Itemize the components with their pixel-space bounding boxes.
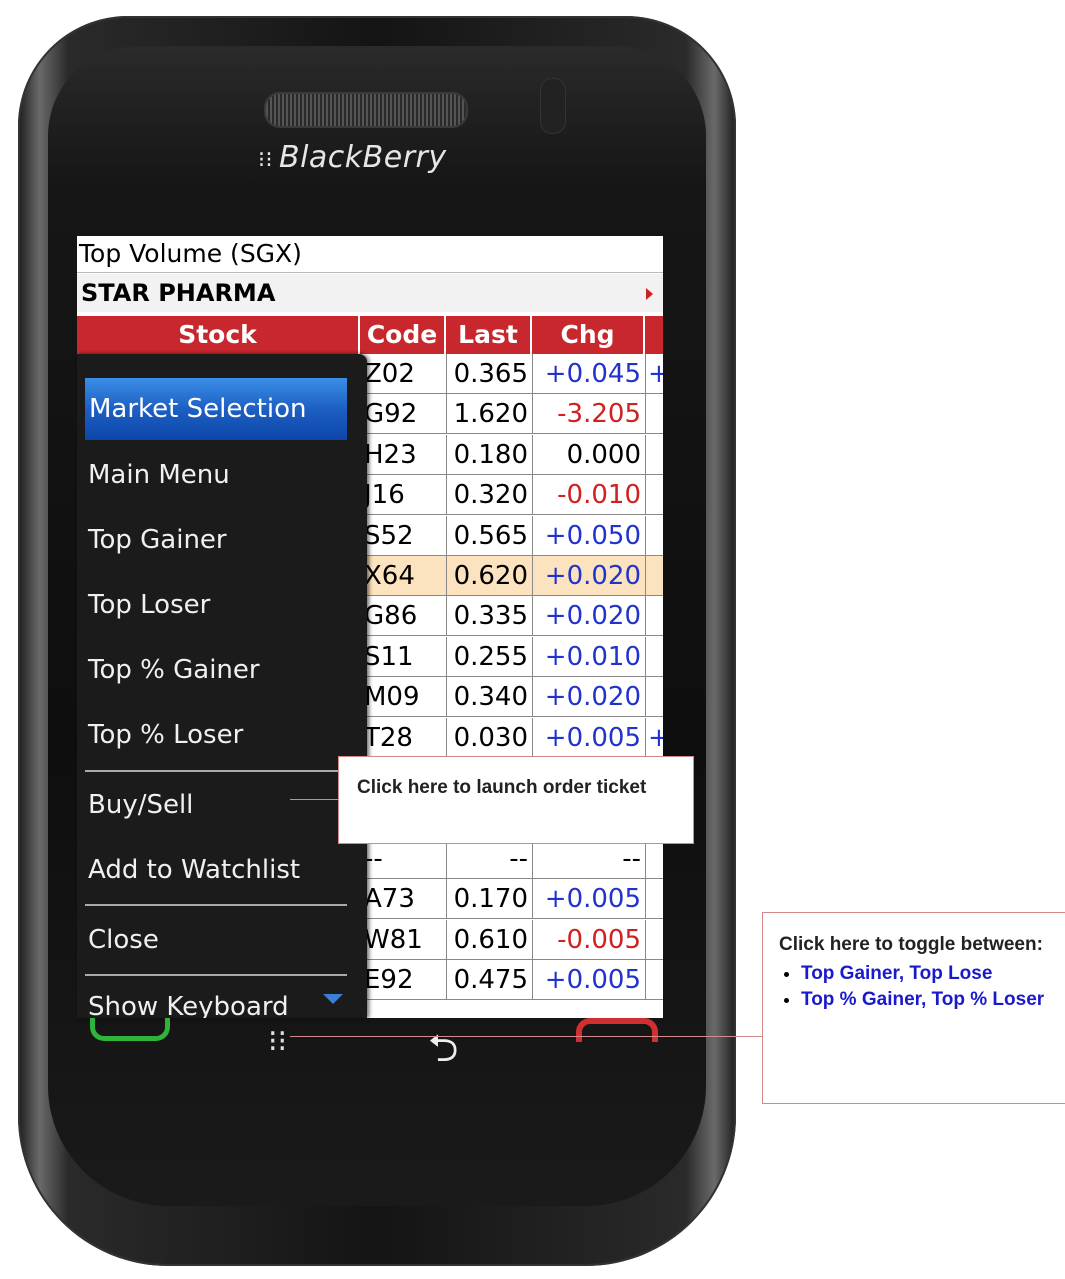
cell-extra bbox=[645, 434, 663, 474]
cell-code: S52 bbox=[364, 520, 414, 551]
cell-last: 0.170 bbox=[446, 879, 532, 919]
cell-chg: 0.000 bbox=[532, 434, 645, 474]
order-ticket-callout: Click here to launch order ticket bbox=[338, 756, 694, 844]
menu-item-buy-sell[interactable]: Buy/Sell bbox=[77, 774, 367, 836]
cell-extra bbox=[645, 838, 663, 878]
column-header-code[interactable]: Code bbox=[360, 316, 446, 354]
menu-divider bbox=[85, 904, 347, 906]
menu-divider bbox=[85, 770, 347, 772]
cell-code: W81 bbox=[364, 924, 423, 955]
callout-leader-line bbox=[290, 1036, 762, 1037]
cell-code: S11 bbox=[364, 641, 414, 672]
cell-code: T28 bbox=[364, 722, 413, 753]
popup-menu: Market Selection Main Menu Top Gainer To… bbox=[77, 354, 367, 1018]
cell-chg: +0.005 bbox=[532, 879, 645, 919]
chevron-down-icon bbox=[323, 994, 343, 1004]
cell-code: M09 bbox=[364, 682, 420, 713]
cell-chg: -- bbox=[532, 838, 645, 878]
cell-chg: -3.205 bbox=[532, 394, 645, 434]
cell-chg: +0.045 bbox=[532, 354, 645, 393]
light-sensor bbox=[540, 78, 566, 134]
cell-chg: +0.005 bbox=[532, 717, 645, 757]
blackberry-menu-icon[interactable]: ⁝⁝ bbox=[268, 1024, 287, 1059]
cell-last: 0.030 bbox=[446, 717, 532, 757]
cell-extra bbox=[645, 879, 663, 919]
cell-extra bbox=[645, 677, 663, 717]
brand-logo: ⁝⁝ BlackBerry bbox=[258, 140, 518, 184]
cell-last: 0.620 bbox=[446, 556, 532, 595]
column-header-chg[interactable]: Chg bbox=[532, 316, 645, 354]
cell-code: G92 bbox=[364, 399, 418, 430]
cell-last: 0.565 bbox=[446, 515, 532, 555]
cell-code: G86 bbox=[364, 601, 418, 632]
cell-extra bbox=[645, 556, 663, 595]
toggle-callout-item: Top Gainer, Top Lose bbox=[801, 962, 1065, 985]
cell-last: 0.610 bbox=[446, 919, 532, 959]
menu-item-add-to-watchlist[interactable]: Add to Watchlist bbox=[77, 839, 367, 901]
cell-code: Z02 bbox=[364, 359, 415, 389]
menu-item-market-selection[interactable]: Market Selection bbox=[85, 378, 347, 440]
toggle-callout-title: Click here to toggle between: bbox=[779, 934, 1043, 955]
cell-extra bbox=[645, 515, 663, 555]
callout-leader-line bbox=[290, 799, 338, 800]
cell-last: 0.320 bbox=[446, 475, 532, 515]
cell-chg: -0.010 bbox=[532, 475, 645, 515]
cell-code: E92 bbox=[364, 965, 414, 995]
selected-stock-bar[interactable]: STAR PHARMA bbox=[77, 274, 663, 312]
list-title: Top Volume (SGX) bbox=[77, 236, 663, 273]
cell-last: 0.335 bbox=[446, 596, 532, 636]
toggle-callout-item: Top % Gainer, Top % Loser bbox=[801, 988, 1065, 1011]
cell-code: A73 bbox=[364, 884, 415, 915]
end-call-icon[interactable] bbox=[576, 1018, 658, 1042]
cell-last: 0.255 bbox=[446, 636, 532, 676]
cell-code: -- bbox=[364, 843, 383, 874]
cell-chg: +0.010 bbox=[532, 636, 645, 676]
cell-chg: +0.020 bbox=[532, 677, 645, 717]
menu-item-top-pct-gainer[interactable]: Top % Gainer bbox=[77, 639, 367, 701]
cell-extra bbox=[645, 919, 663, 959]
call-icon[interactable] bbox=[90, 1018, 170, 1041]
back-icon[interactable]: ⮌ bbox=[428, 1020, 458, 1085]
cell-last: 0.475 bbox=[446, 960, 532, 999]
cell-extra bbox=[645, 596, 663, 636]
cell-extra bbox=[645, 475, 663, 515]
cell-extra bbox=[645, 394, 663, 434]
speaker-grille bbox=[264, 92, 468, 128]
column-header-stock[interactable]: Stock bbox=[77, 316, 360, 354]
menu-item-main-menu[interactable]: Main Menu bbox=[77, 444, 367, 506]
brand-name: BlackBerry bbox=[279, 140, 447, 175]
menu-item-top-gainer[interactable]: Top Gainer bbox=[77, 509, 367, 571]
blackberry-logo-icon: ⁝⁝ bbox=[258, 148, 273, 173]
cell-chg: +0.020 bbox=[532, 556, 645, 595]
cell-extra bbox=[645, 960, 663, 999]
cell-code: J16 bbox=[364, 480, 405, 511]
cell-chg: +0.020 bbox=[532, 596, 645, 636]
cell-code: H23 bbox=[364, 439, 417, 470]
cell-last: 0.180 bbox=[446, 434, 532, 474]
toggle-callout: Click here to toggle between: Top Gainer… bbox=[762, 912, 1065, 1104]
cell-chg: -0.005 bbox=[532, 919, 645, 959]
selected-stock-name: STAR PHARMA bbox=[81, 279, 276, 307]
cell-last: 0.365 bbox=[446, 354, 532, 393]
cell-chg: +0.050 bbox=[532, 515, 645, 555]
column-header-extra bbox=[645, 316, 663, 354]
cell-extra bbox=[645, 636, 663, 676]
cell-code: X64 bbox=[364, 561, 415, 591]
cell-last: -- bbox=[446, 838, 532, 878]
toggle-callout-list: Top Gainer, Top Lose Top % Gainer, Top %… bbox=[779, 962, 1065, 1011]
column-header-last[interactable]: Last bbox=[446, 316, 532, 354]
menu-item-top-pct-loser[interactable]: Top % Loser bbox=[77, 704, 367, 766]
cell-chg: +0.005 bbox=[532, 960, 645, 999]
arrow-right-icon bbox=[646, 288, 653, 300]
cell-last: 0.340 bbox=[446, 677, 532, 717]
cell-last: 1.620 bbox=[446, 394, 532, 434]
cell-extra: + bbox=[645, 717, 663, 757]
menu-item-top-loser[interactable]: Top Loser bbox=[77, 574, 367, 636]
menu-item-close[interactable]: Close bbox=[77, 909, 367, 971]
cell-extra: + bbox=[645, 354, 663, 393]
